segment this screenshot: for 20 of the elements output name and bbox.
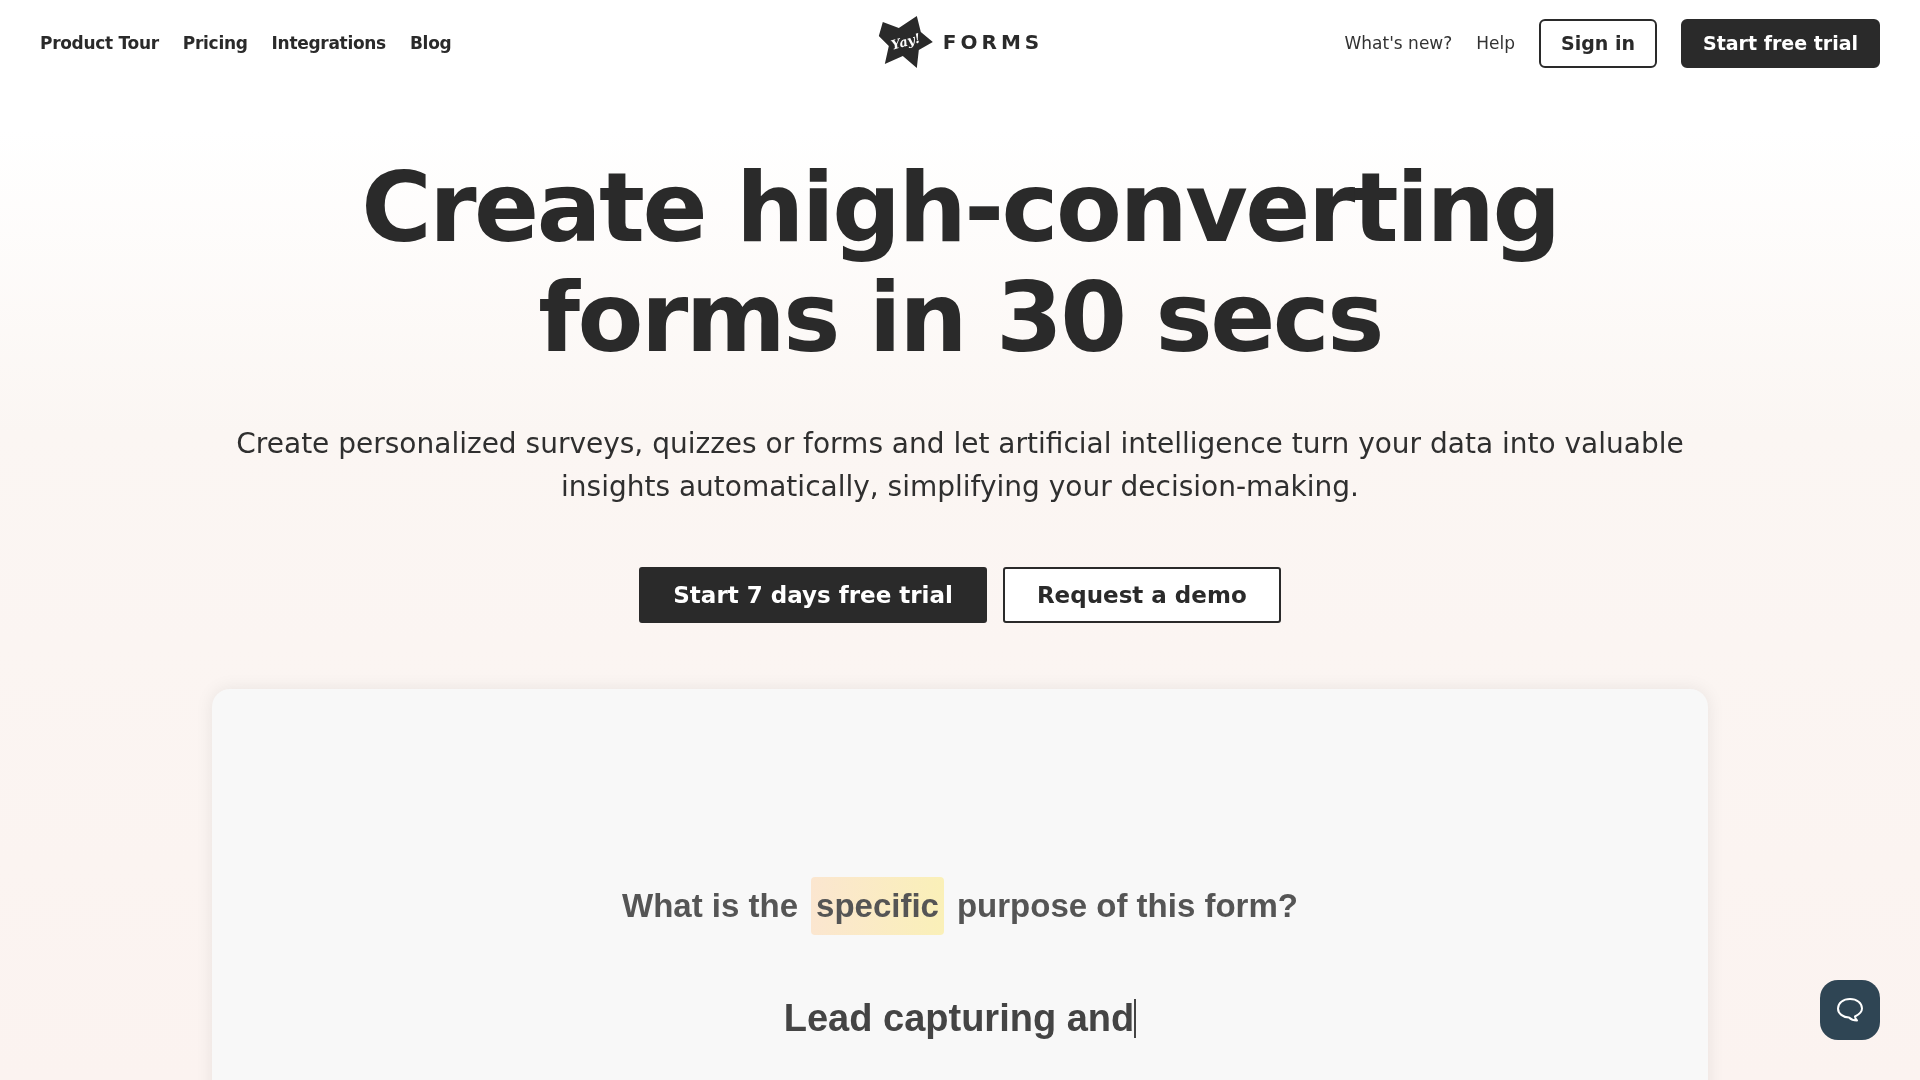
hero-title: Create high-converting forms in 30 secs <box>360 153 1560 374</box>
logo-wordmark[interactable]: FORMS <box>942 27 1044 57</box>
nav-link[interactable]: Pricing <box>182 30 248 57</box>
sign-in-button[interactable]: Sign in <box>1539 19 1657 68</box>
question-text: What is the <box>621 886 800 927</box>
typed-answer: Lead capturing and <box>783 998 1137 1039</box>
start-trial-button[interactable]: Start 7 days free trial <box>639 566 987 624</box>
logo-mark[interactable]: Yay! <box>876 14 935 70</box>
chat-button[interactable] <box>1820 980 1880 1040</box>
highlighted-word: specific <box>811 877 944 935</box>
question-text: purpose of this form? <box>955 886 1299 927</box>
nav-link[interactable]: Help <box>1476 30 1516 57</box>
hero-subtitle: Create personalized surveys, quizzes or forms and let artificial intelligence turn your data into valuable insights automatically, simplifying your decision-making. <box>235 425 1685 506</box>
request-demo-button[interactable]: Request a demo <box>1002 566 1281 624</box>
nav-link[interactable]: What's new? <box>1344 30 1453 57</box>
start-free-trial-button[interactable]: Start free trial <box>1681 19 1880 68</box>
nav-link[interactable]: Product Tour <box>40 30 159 57</box>
chat-icon <box>1836 997 1864 1023</box>
nav-link[interactable]: Blog <box>409 30 452 57</box>
nav-link[interactable]: Integrations <box>271 30 386 57</box>
